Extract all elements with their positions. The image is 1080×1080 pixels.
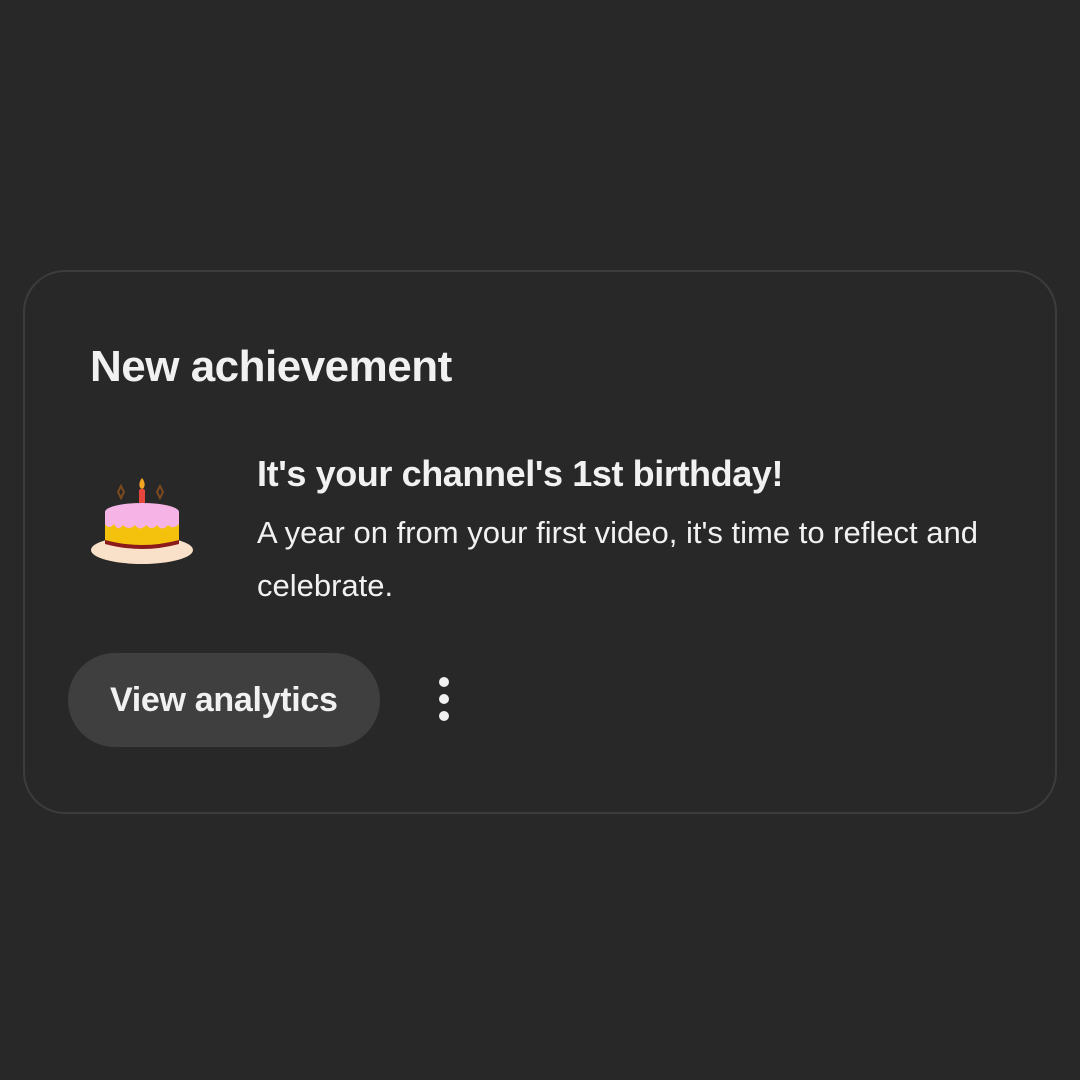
achievement-description: A year on from your first video, it's ti… bbox=[257, 515, 978, 603]
achievement-heading: It's your channel's 1st birthday! bbox=[257, 453, 784, 494]
page: New achievement It's your channel's 1st … bbox=[0, 0, 1080, 1080]
more-vertical-icon bbox=[436, 676, 452, 725]
card-title: New achievement bbox=[90, 342, 452, 391]
achievement-card: New achievement It's your channel's 1st … bbox=[23, 270, 1057, 814]
more-options-button[interactable] bbox=[420, 664, 468, 736]
birthday-cake-icon bbox=[87, 472, 197, 582]
achievement-message: It's your channel's 1st birthday! A year… bbox=[257, 452, 1017, 612]
card-actions: View analytics bbox=[68, 652, 468, 748]
view-analytics-button[interactable]: View analytics bbox=[68, 653, 380, 747]
